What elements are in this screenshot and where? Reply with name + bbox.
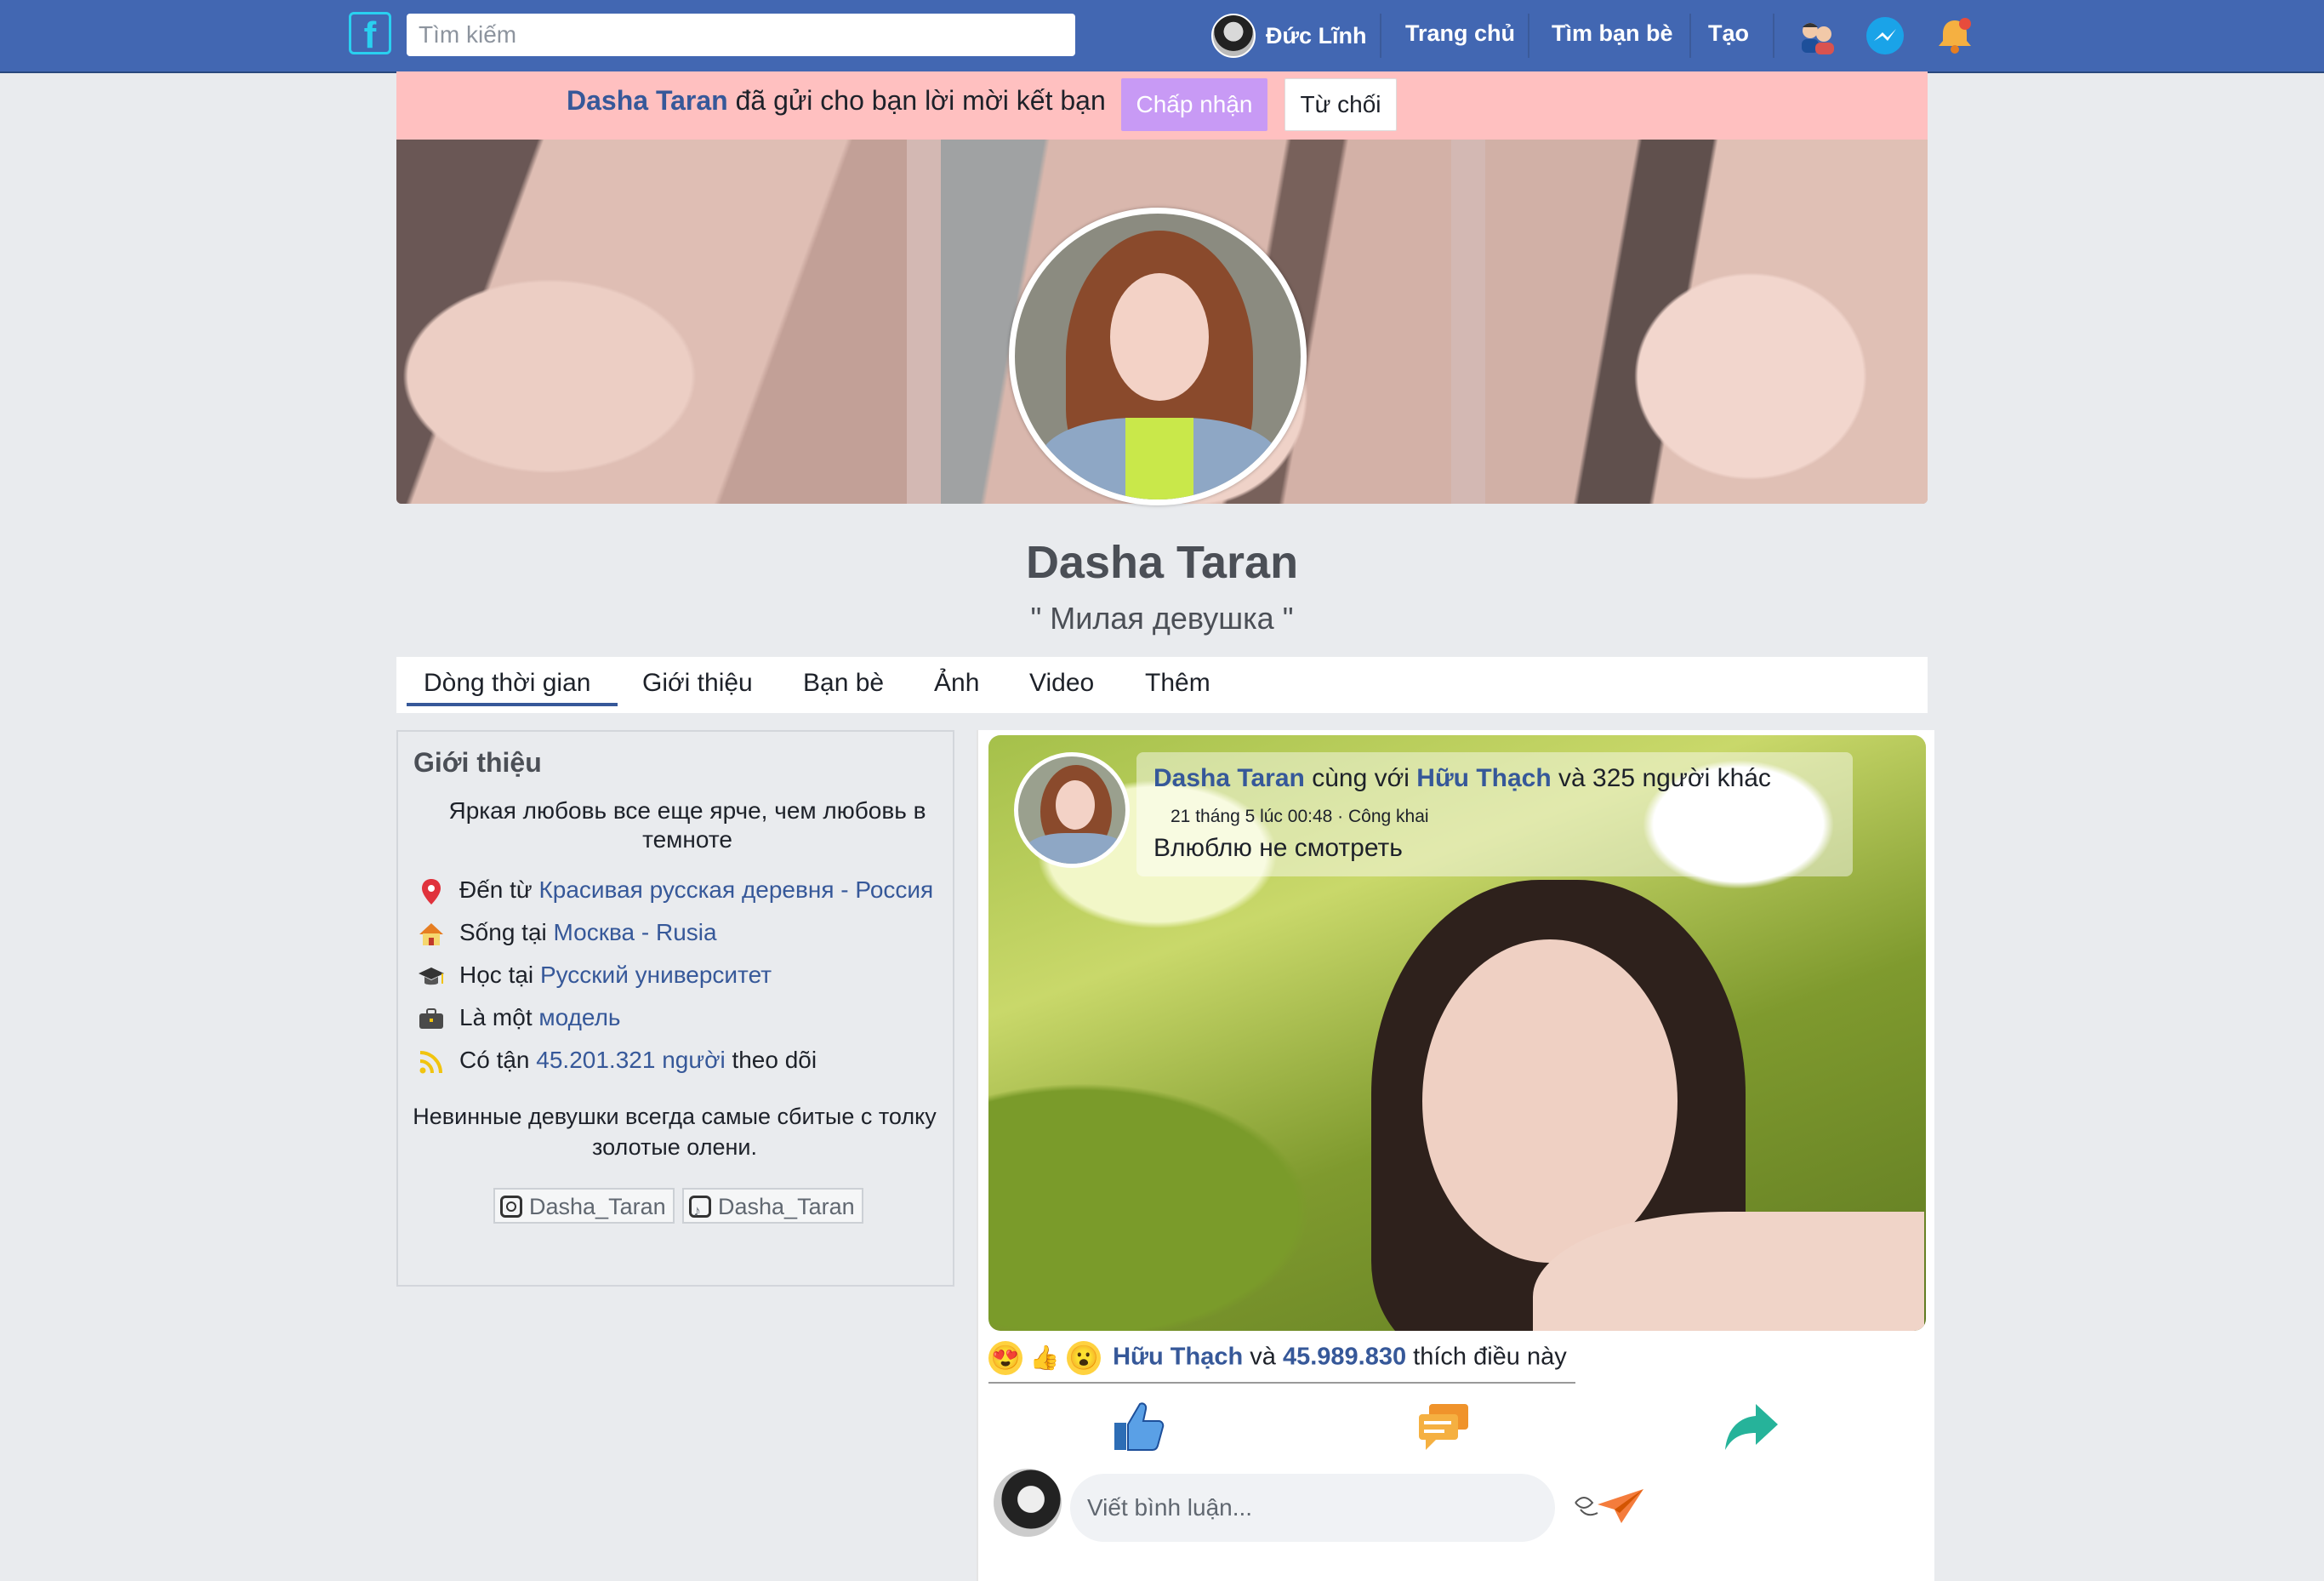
info-row-lives-in: Sống tại Москва - Rusia <box>417 919 717 953</box>
post-card: Dasha Taran cùng với Hữu Thạch và 325 ng… <box>977 730 1934 1581</box>
nav-divider <box>1773 14 1774 58</box>
tagged-others-link[interactable]: và 325 người khác <box>1558 764 1771 792</box>
nav-profile-link[interactable]: Đức Lĩnh <box>1211 12 1367 60</box>
reactions-summary[interactable]: 😍 👍 😮 Hữu Thạch và 45.989.830 thích điều n… <box>988 1341 1575 1384</box>
tiktok-icon <box>689 1194 711 1228</box>
briefcase-icon <box>417 1005 447 1034</box>
work-link[interactable]: модель <box>538 1004 620 1030</box>
active-tab-indicator <box>407 703 618 706</box>
home-icon <box>417 920 447 949</box>
profile-tagline: " Милая девушка " <box>1030 601 1294 636</box>
friend-requests-icon[interactable] <box>1795 14 1839 58</box>
user-name: Đức Lĩnh <box>1266 22 1367 49</box>
education-link[interactable]: Русский университет <box>540 962 772 988</box>
hometown-link[interactable]: Красивая русская деревня - Россия <box>538 876 933 903</box>
friend-request-banner: Dasha Taran đã gửi cho bạn lời mời kết b… <box>396 71 1928 140</box>
send-comment-icon[interactable] <box>1572 1479 1643 1533</box>
tab-more[interactable]: Thêm <box>1145 669 1210 698</box>
comment-input[interactable] <box>1070 1474 1555 1542</box>
reaction-user-link[interactable]: Hữu Thạch <box>1113 1344 1243 1371</box>
tiktok-link[interactable]: Dasha_Taran <box>682 1188 863 1228</box>
lives-in-link[interactable]: Москва - Rusia <box>554 919 717 945</box>
post-title: Dasha Taran cùng với Hữu Thạch và 325 ng… <box>1153 764 1771 792</box>
accept-friend-button[interactable]: Chấp nhận <box>1121 78 1267 131</box>
tab-timeline[interactable]: Dòng thời gian <box>424 669 590 698</box>
info-row-education: Học tại Русский университет <box>417 962 772 996</box>
intro-title: Giới thiệu <box>413 747 542 778</box>
post-header: Dasha Taran cùng với Hữu Thạch và 325 ng… <box>1136 752 1853 876</box>
nav-divider <box>1689 14 1691 58</box>
nav-divider <box>1528 14 1529 58</box>
graduation-cap-icon <box>417 962 447 991</box>
nav-divider <box>1380 14 1381 58</box>
tab-friends[interactable]: Bạn bè <box>803 669 884 698</box>
nav-create-link[interactable]: Tạo <box>1708 20 1749 47</box>
followers-link[interactable]: 45.201.321 người <box>536 1047 725 1073</box>
profile-tabs: Dòng thời gian Giới thiệu Bạn bè Ảnh Vid… <box>396 657 1928 713</box>
tab-photos[interactable]: Ảnh <box>934 669 979 698</box>
user-avatar <box>1211 14 1256 58</box>
profile-name: Dasha Taran <box>1025 537 1299 588</box>
like-button-icon[interactable] <box>1109 1397 1169 1457</box>
intro-bio: Яркая любовь все еще ярче, чем любовь в … <box>448 797 926 853</box>
top-navigation-bar: f Đức Lĩnh Trang chủ Tìm bạn bè Tạo <box>0 0 2324 73</box>
thumbs-up-emoji-icon: 👍 <box>1029 1344 1060 1371</box>
post-text: Влюблю не смотреть <box>1153 834 1403 862</box>
surprised-emoji-icon: 😮 <box>1067 1341 1101 1375</box>
nav-find-friends-link[interactable]: Tìm bạn bè <box>1552 20 1673 47</box>
info-row-hometown: Đến từ Красивая русская деревня - Россия <box>417 876 933 910</box>
tab-video[interactable]: Video <box>1029 669 1094 698</box>
friend-request-message: đã gửi cho bạn lời mời kết bạn <box>735 85 1106 116</box>
instagram-icon <box>500 1196 522 1218</box>
friend-request-text: Dasha Taran đã gửi cho bạn lời mời kết b… <box>567 85 1106 117</box>
requester-name-link[interactable]: Dasha Taran <box>567 85 728 116</box>
post-author-link[interactable]: Dasha Taran <box>1153 764 1305 792</box>
intro-quote: Невинные девушки всегда самые сбитые с т… <box>413 1104 937 1160</box>
decline-friend-button[interactable]: Từ chối <box>1284 78 1397 131</box>
post-timestamp[interactable]: 21 tháng 5 lúc 00:48 · Công khai <box>1171 807 1429 827</box>
rss-icon <box>417 1047 447 1076</box>
notifications-bell-icon[interactable] <box>1933 14 1977 58</box>
tagged-user-link[interactable]: Hữu Thạch <box>1416 764 1551 792</box>
info-row-work: Là một модель <box>417 1004 621 1038</box>
post-photo[interactable]: Dasha Taran cùng với Hữu Thạch và 325 ng… <box>988 735 1926 1331</box>
intro-card: Giới thiệu Яркая любовь все еще ярче, че… <box>396 730 954 1287</box>
nav-home-link[interactable]: Trang chủ <box>1405 20 1515 47</box>
instagram-link[interactable]: Dasha_Taran <box>493 1188 675 1224</box>
post-author-avatar[interactable] <box>1014 752 1130 868</box>
commenter-avatar <box>994 1469 1062 1537</box>
info-row-followers: Có tận 45.201.321 người theo dõi <box>417 1047 817 1081</box>
profile-picture[interactable] <box>1009 208 1307 505</box>
search-input[interactable] <box>407 14 1075 56</box>
reaction-count[interactable]: 45.989.830 <box>1283 1344 1406 1371</box>
messenger-icon[interactable] <box>1863 14 1907 58</box>
tab-about[interactable]: Giới thiệu <box>642 669 753 698</box>
share-button-icon[interactable] <box>1722 1397 1781 1457</box>
location-pin-icon <box>417 877 447 906</box>
facebook-logo-icon[interactable]: f <box>349 12 391 56</box>
comment-button-icon[interactable] <box>1414 1397 1473 1457</box>
love-eyes-emoji-icon: 😍 <box>988 1341 1022 1375</box>
